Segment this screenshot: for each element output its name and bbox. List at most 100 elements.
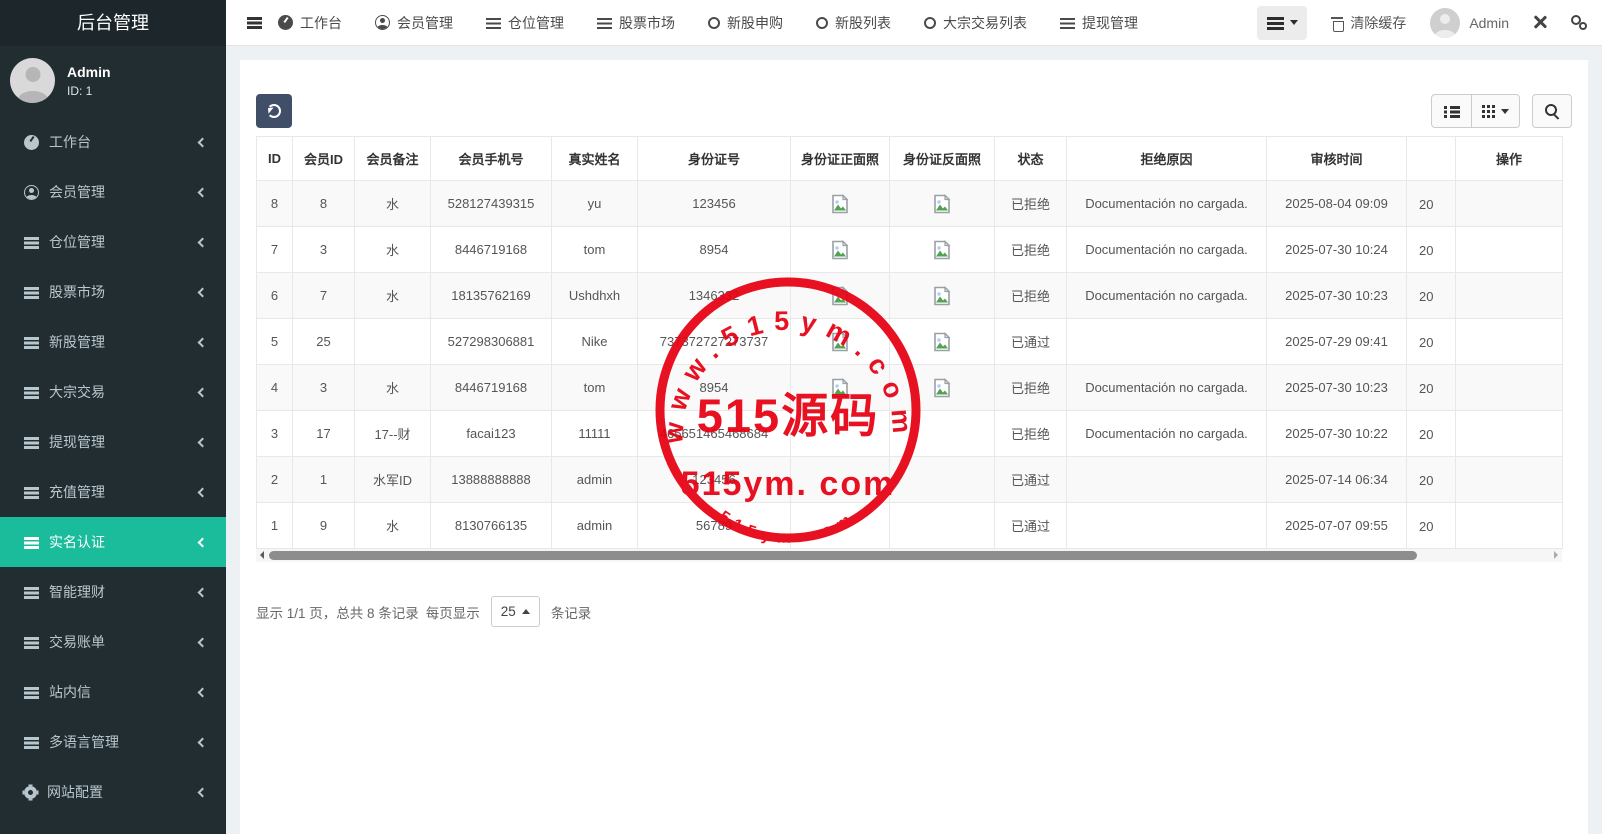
caret-down-icon (1290, 20, 1298, 29)
topnav-item[interactable]: 提现管理 (1060, 13, 1138, 33)
sidebar-item-实名认证[interactable]: 实名认证 (0, 517, 226, 567)
cell-id: 1 (257, 503, 293, 549)
cell-id: 5 (257, 319, 293, 365)
sidebar-item-充值管理[interactable]: 充值管理 (0, 467, 226, 517)
sidebar-item-站内信[interactable]: 站内信 (0, 667, 226, 717)
sidebar-item-智能理财[interactable]: 智能理财 (0, 567, 226, 617)
sidebar-item-提现管理[interactable]: 提现管理 (0, 417, 226, 467)
user-name: Admin (67, 64, 111, 80)
topnav-item[interactable]: 会员管理 (375, 13, 453, 33)
sidebar-item-工作台[interactable]: 工作台 (0, 117, 226, 167)
cell-id-front-photo (791, 227, 890, 273)
sidebar-item-交易账单[interactable]: 交易账单 (0, 617, 226, 667)
broken-image-icon[interactable] (932, 286, 952, 306)
per-page-label: 每页显示 (426, 602, 480, 622)
topnav-item-label: 提现管理 (1082, 13, 1138, 33)
settings-button[interactable] (1571, 14, 1588, 32)
navbar-right: 清除缓存 Admin (1257, 6, 1602, 40)
cell-reject-reason (1067, 503, 1267, 549)
table-row: 4 3 水 8446719168 tom 8954 已拒绝 Documentac… (257, 365, 1563, 411)
cell-clipped: 20 (1407, 365, 1456, 411)
cell-id-back-photo (890, 411, 995, 457)
topnav-item[interactable]: 工作台 (278, 13, 342, 33)
bars-icon (24, 236, 39, 248)
top-navbar: 工作台 会员管理 仓位管理 股票市场 新股申购 新股列表 大宗交易列表 提现管理… (226, 0, 1602, 46)
user-icon (375, 15, 390, 30)
sidebar-item-label: 多语言管理 (49, 732, 199, 752)
broken-image-icon[interactable] (830, 332, 850, 352)
scroll-left-arrow[interactable] (256, 551, 264, 559)
cell-actions (1456, 365, 1563, 411)
nav-list-dropdown-button[interactable] (1257, 6, 1307, 40)
fullscreen-button[interactable] (1533, 14, 1547, 32)
cell-status: 已拒绝 (995, 181, 1067, 227)
refresh-button[interactable] (256, 94, 292, 128)
cell-member-id: 8 (293, 181, 355, 227)
table-row: 2 1 水军ID 13888888888 admin 123456 已通过 20… (257, 457, 1563, 503)
caret-up-icon (522, 605, 530, 614)
sidebar-item-label: 网站配置 (47, 782, 199, 802)
column-header: 真实姓名 (552, 137, 638, 181)
list-view-icon (1444, 105, 1460, 117)
sidebar-toggle-button[interactable] (226, 14, 278, 32)
sidebar-item-多语言管理[interactable]: 多语言管理 (0, 717, 226, 767)
topnav-item[interactable]: 新股申购 (708, 13, 783, 33)
cell-phone: 8446719168 (431, 365, 552, 411)
topnav-item[interactable]: 大宗交易列表 (924, 13, 1027, 33)
broken-image-icon[interactable] (830, 378, 850, 398)
sidebar-item-label: 智能理财 (49, 582, 199, 602)
broken-image-icon[interactable] (830, 194, 850, 214)
cell-clipped: 20 (1407, 319, 1456, 365)
search-button[interactable] (1532, 94, 1572, 128)
cell-reject-reason (1067, 319, 1267, 365)
broken-image-icon[interactable] (932, 240, 952, 260)
user-id: ID: 1 (67, 84, 111, 98)
broken-image-icon[interactable] (830, 286, 850, 306)
grid-icon (1482, 105, 1495, 118)
cell-reject-reason: Documentación no cargada. (1067, 227, 1267, 273)
column-header: 身份证正面照 (791, 137, 890, 181)
broken-image-icon[interactable] (932, 332, 952, 352)
topnav-item-label: 大宗交易列表 (943, 13, 1027, 33)
topnav-item-label: 股票市场 (619, 13, 675, 33)
horizontal-scrollbar (256, 549, 1562, 562)
column-header: 会员手机号 (431, 137, 552, 181)
topnav-item[interactable]: 股票市场 (597, 13, 675, 33)
bars-icon (1060, 17, 1075, 29)
cell-real-name: tom (552, 365, 638, 411)
cell-audit-time: 2025-07-30 10:22 (1267, 411, 1407, 457)
broken-image-icon[interactable] (932, 378, 952, 398)
sidebar-item-股票市场[interactable]: 股票市场 (0, 267, 226, 317)
sidebar-item-新股管理[interactable]: 新股管理 (0, 317, 226, 367)
page-size-dropdown[interactable]: 25 (491, 596, 540, 627)
topnav-item[interactable]: 仓位管理 (486, 13, 564, 33)
chevron-left-icon (198, 337, 208, 347)
cell-real-name: Ushdhxh (552, 273, 638, 319)
page-size-value: 25 (501, 604, 516, 619)
topnav-item[interactable]: 新股列表 (816, 13, 891, 33)
cell-status: 已通过 (995, 503, 1067, 549)
sidebar-item-网站配置[interactable]: 网站配置 (0, 767, 226, 817)
user-menu[interactable]: Admin (1430, 8, 1509, 38)
cell-actions (1456, 319, 1563, 365)
sidebar-item-大宗交易[interactable]: 大宗交易 (0, 367, 226, 417)
list-view-button[interactable] (1431, 94, 1471, 128)
broken-image-icon[interactable] (932, 194, 952, 214)
search-icon (1545, 104, 1560, 119)
sidebar-item-会员管理[interactable]: 会员管理 (0, 167, 226, 217)
scrollbar-thumb[interactable] (269, 551, 1417, 560)
refresh-icon (267, 104, 281, 118)
scroll-right-arrow[interactable] (1554, 551, 1562, 559)
chevron-left-icon (198, 387, 208, 397)
bars-icon (24, 336, 39, 348)
cell-reject-reason (1067, 457, 1267, 503)
clear-cache-button[interactable]: 清除缓存 (1331, 13, 1406, 33)
table-row: 3 17 17--财 facai123 11111 46565146546868… (257, 411, 1563, 457)
cell-id-number: 123456 (638, 181, 791, 227)
table-row: 8 8 水 528127439315 yu 123456 已拒绝 Documen… (257, 181, 1563, 227)
column-header: 会员ID (293, 137, 355, 181)
sidebar-item-仓位管理[interactable]: 仓位管理 (0, 217, 226, 267)
cell-clipped: 20 (1407, 181, 1456, 227)
broken-image-icon[interactable] (830, 240, 850, 260)
columns-dropdown-button[interactable] (1471, 94, 1520, 128)
